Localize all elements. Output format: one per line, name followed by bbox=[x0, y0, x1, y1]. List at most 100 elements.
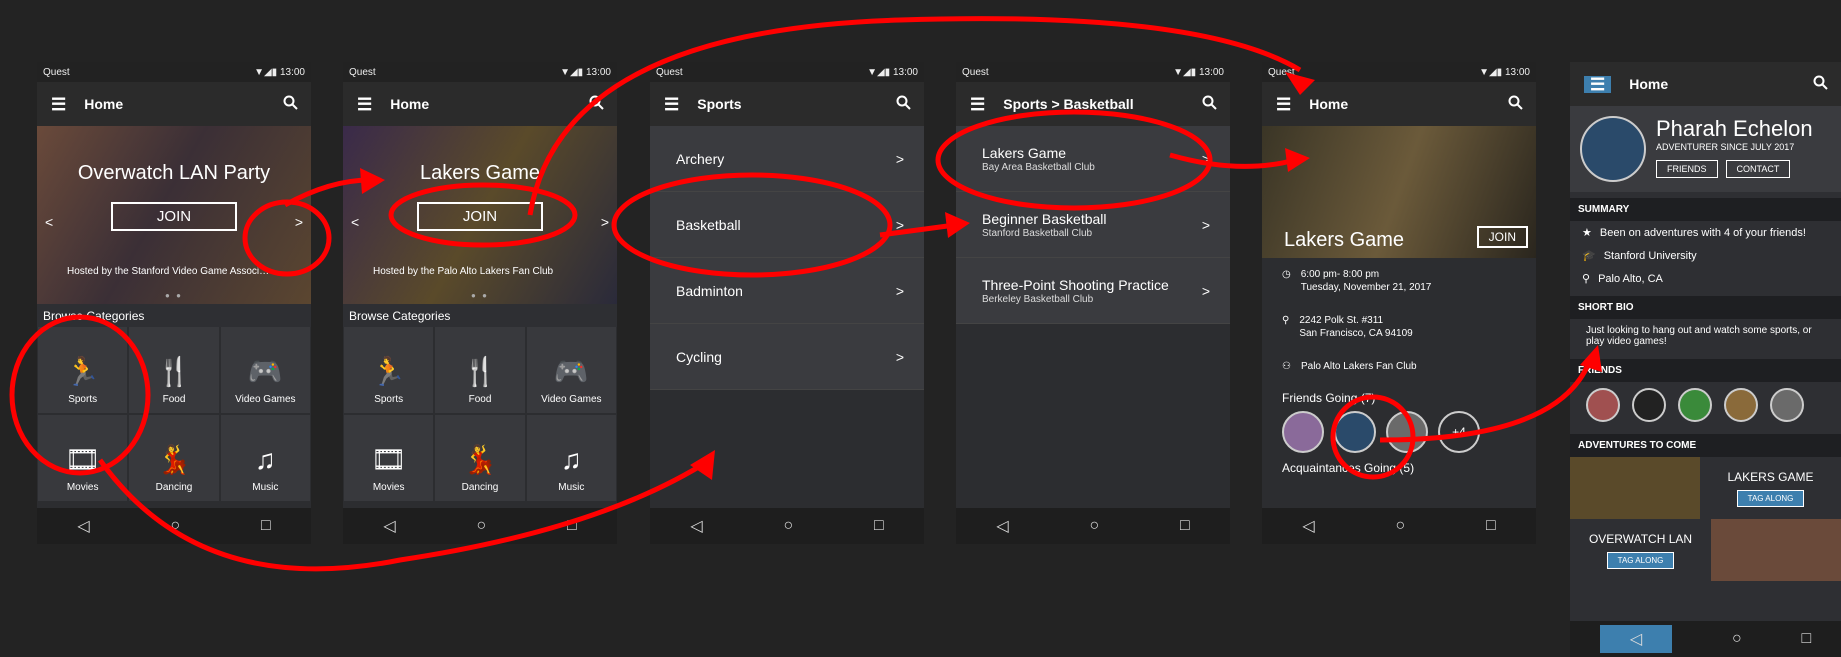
bio-text: Just looking to hang out and watch some … bbox=[1586, 325, 1812, 347]
join-button[interactable]: JOIN bbox=[1476, 226, 1528, 248]
music-note-icon: ♫ bbox=[560, 444, 582, 475]
sport-item-archery[interactable]: Archery > bbox=[650, 126, 924, 192]
category-label: Music bbox=[252, 482, 279, 493]
more-friends-button[interactable]: +4 bbox=[1438, 411, 1480, 453]
carousel-prev-button[interactable]: < bbox=[45, 214, 53, 230]
recents-icon[interactable]: □ bbox=[1486, 517, 1496, 535]
profile-name: Pharah Echelon bbox=[1656, 116, 1813, 141]
join-button[interactable]: JOIN bbox=[111, 202, 237, 231]
event-item-beginner-basketball[interactable]: Beginner Basketball Stanford Basketball C… bbox=[956, 192, 1230, 258]
carrier-label: Quest bbox=[349, 66, 376, 78]
adventure-lakers[interactable]: LAKERS GAME TAG ALONG bbox=[1570, 457, 1841, 519]
hamburger-menu-icon[interactable]: ☰ bbox=[357, 96, 372, 113]
back-icon[interactable]: ◁ bbox=[77, 516, 89, 536]
category-food[interactable]: 🍴 Food bbox=[129, 327, 219, 413]
avatar[interactable] bbox=[1724, 388, 1758, 422]
search-icon[interactable] bbox=[896, 95, 912, 111]
sport-item-basketball[interactable]: Basketball > bbox=[650, 192, 924, 258]
category-grid: 🏃 Sports 🍴 Food 🎮 Video Games 🎞 Movies 💃 Danc… bbox=[343, 327, 617, 501]
home-icon[interactable]: ○ bbox=[1395, 517, 1405, 535]
category-video-games[interactable]: 🎮 Video Games bbox=[220, 327, 310, 413]
hamburger-menu-icon[interactable]: ☰ bbox=[664, 96, 679, 113]
back-icon[interactable]: ◁ bbox=[1599, 625, 1673, 653]
search-icon[interactable] bbox=[589, 95, 605, 111]
home-icon[interactable]: ○ bbox=[1089, 517, 1099, 535]
avatar[interactable] bbox=[1334, 411, 1376, 453]
avatar[interactable] bbox=[1586, 388, 1620, 422]
friends-avatars: +4 bbox=[1262, 411, 1536, 453]
avatar[interactable] bbox=[1386, 411, 1428, 453]
avatar[interactable] bbox=[1678, 388, 1712, 422]
recents-icon[interactable]: □ bbox=[261, 517, 271, 535]
app-bar: ☰ Sports > Basketball bbox=[956, 82, 1230, 126]
category-dancing[interactable]: 💃 Dancing bbox=[129, 415, 219, 501]
search-icon[interactable] bbox=[1508, 95, 1524, 111]
carousel-prev-button[interactable]: < bbox=[351, 214, 359, 230]
hamburger-menu-icon[interactable]: ☰ bbox=[1584, 75, 1612, 93]
date: Tuesday, November 21, 2017 bbox=[1300, 282, 1432, 293]
home-icon[interactable]: ○ bbox=[170, 517, 180, 535]
search-icon[interactable] bbox=[283, 95, 299, 111]
clock-icon: ◷ bbox=[1282, 269, 1291, 280]
app-bar: ☰ Sports bbox=[650, 82, 924, 126]
category-sports[interactable]: 🏃 Sports bbox=[344, 327, 434, 413]
signal-icon: ▼◢▮ bbox=[1173, 66, 1197, 78]
back-icon[interactable]: ◁ bbox=[690, 516, 702, 536]
featured-event-carousel[interactable]: Overwatch LAN Party JOIN < > Hosted by t… bbox=[37, 126, 311, 304]
recents-icon[interactable]: □ bbox=[874, 517, 884, 535]
hamburger-menu-icon[interactable]: ☰ bbox=[1276, 96, 1291, 113]
recents-icon[interactable]: □ bbox=[567, 517, 577, 535]
graduation-cap-icon: 🎓 bbox=[1582, 250, 1596, 262]
carousel-next-button[interactable]: > bbox=[295, 214, 303, 230]
acquaintances-going-label: Acquaintances Going (5) bbox=[1282, 461, 1415, 475]
home-icon[interactable]: ○ bbox=[1732, 630, 1742, 648]
event-item-lakers-game[interactable]: Lakers Game Bay Area Basketball Club > bbox=[956, 126, 1230, 192]
home-icon[interactable]: ○ bbox=[783, 517, 793, 535]
summary-text: Stanford University bbox=[1603, 249, 1697, 262]
category-sports[interactable]: 🏃 Sports bbox=[38, 327, 128, 413]
join-button[interactable]: JOIN bbox=[417, 202, 543, 231]
avatar[interactable] bbox=[1632, 388, 1666, 422]
category-music[interactable]: ♫ Music bbox=[220, 415, 310, 501]
carrier-label: Quest bbox=[43, 66, 70, 78]
category-video-games[interactable]: 🎮 Video Games bbox=[526, 327, 616, 413]
event-host: ⚇ Palo Alto Lakers Fan Club bbox=[1262, 350, 1536, 383]
back-icon[interactable]: ◁ bbox=[996, 516, 1008, 536]
category-dancing[interactable]: 💃 Dancing bbox=[435, 415, 525, 501]
featured-event-carousel[interactable]: Lakers Game JOIN < > Hosted by the Palo … bbox=[343, 126, 617, 304]
search-icon[interactable] bbox=[1813, 75, 1829, 91]
avatar[interactable] bbox=[1770, 388, 1804, 422]
avatar[interactable] bbox=[1282, 411, 1324, 453]
friends-going-label: Friends Going (7) bbox=[1282, 391, 1376, 405]
recents-icon[interactable]: □ bbox=[1180, 517, 1190, 535]
recents-icon[interactable]: □ bbox=[1801, 630, 1811, 648]
sport-item-cycling[interactable]: Cycling > bbox=[650, 324, 924, 390]
tag-along-button[interactable]: TAG ALONG bbox=[1606, 551, 1675, 569]
category-movies[interactable]: 🎞 Movies bbox=[38, 415, 128, 501]
contact-button[interactable]: CONTACT bbox=[1725, 160, 1791, 178]
search-icon[interactable] bbox=[1202, 95, 1218, 111]
profile-header: Pharah Echelon ADVENTURER SINCE JULY 201… bbox=[1570, 106, 1841, 192]
address-line2: San Francisco, CA 94109 bbox=[1299, 328, 1413, 339]
summary-header: SUMMARY bbox=[1570, 198, 1841, 221]
page-title: Sports > Basketball bbox=[1003, 96, 1134, 112]
carousel-next-button[interactable]: > bbox=[601, 214, 609, 230]
hamburger-menu-icon[interactable]: ☰ bbox=[51, 96, 66, 113]
dancing-icon: 💃 bbox=[156, 444, 192, 475]
category-food[interactable]: 🍴 Food bbox=[435, 327, 525, 413]
hamburger-menu-icon[interactable]: ☰ bbox=[970, 96, 985, 113]
back-icon[interactable]: ◁ bbox=[383, 516, 395, 536]
adventure-overwatch[interactable]: OVERWATCH LAN TAG ALONG bbox=[1570, 519, 1841, 581]
friends-button[interactable]: FRIENDS bbox=[1656, 160, 1718, 178]
category-label: Sports bbox=[374, 394, 404, 405]
category-music[interactable]: ♫ Music bbox=[526, 415, 616, 501]
sport-item-badminton[interactable]: Badminton > bbox=[650, 258, 924, 324]
tag-along-button[interactable]: TAG ALONG bbox=[1736, 489, 1805, 507]
category-movies[interactable]: 🎞 Movies bbox=[344, 415, 434, 501]
phone-screen-profile: ☰ Home Pharah Echelon ADVENTURER SINCE JU… bbox=[1570, 62, 1841, 657]
event-item-three-point[interactable]: Three-Point Shooting Practice Berkeley Ba… bbox=[956, 258, 1230, 324]
home-icon[interactable]: ○ bbox=[476, 517, 486, 535]
host-name: Palo Alto Lakers Fan Club bbox=[1300, 361, 1417, 372]
android-nav-bar: ◁ ○ □ bbox=[956, 508, 1230, 544]
back-icon[interactable]: ◁ bbox=[1302, 516, 1314, 536]
